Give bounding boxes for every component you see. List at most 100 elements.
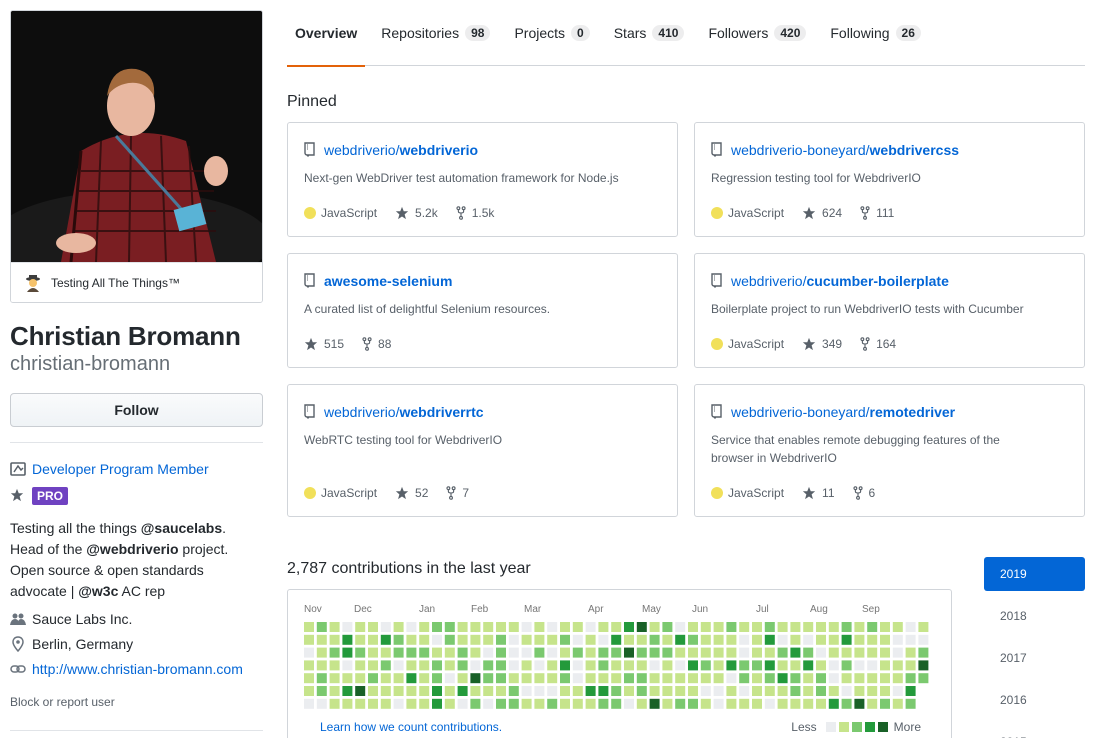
contribution-day[interactable] xyxy=(368,660,378,671)
contribution-day[interactable] xyxy=(624,698,634,709)
contribution-day[interactable] xyxy=(329,686,340,696)
contribution-day[interactable] xyxy=(547,647,558,658)
contribution-day[interactable] xyxy=(880,622,890,632)
contribution-day[interactable] xyxy=(432,673,442,684)
contribution-day[interactable] xyxy=(329,660,340,671)
contribution-day[interactable] xyxy=(483,686,494,696)
contribution-day[interactable] xyxy=(611,622,622,632)
contribution-day[interactable] xyxy=(816,634,826,645)
contribution-day[interactable] xyxy=(355,634,366,645)
contribution-day[interactable] xyxy=(483,660,494,671)
contribution-day[interactable] xyxy=(406,622,417,632)
contribution-day[interactable] xyxy=(649,686,660,696)
contribution-day[interactable] xyxy=(803,622,814,632)
contribution-day[interactable] xyxy=(457,660,468,671)
contribution-day[interactable] xyxy=(764,634,775,645)
contribution-day[interactable] xyxy=(368,647,378,658)
contribution-day[interactable] xyxy=(854,698,865,709)
follow-button[interactable]: Follow xyxy=(10,393,263,427)
contribution-day[interactable] xyxy=(803,673,814,684)
contribution-day[interactable] xyxy=(905,673,916,684)
contribution-day[interactable] xyxy=(470,660,481,671)
contribution-day[interactable] xyxy=(419,686,430,696)
contribution-day[interactable] xyxy=(393,634,404,645)
contribution-day[interactable] xyxy=(406,647,417,658)
contribution-day[interactable] xyxy=(803,686,814,696)
contribution-day[interactable] xyxy=(470,673,481,684)
contribution-day[interactable] xyxy=(393,698,404,709)
contribution-day[interactable] xyxy=(764,660,775,671)
contribution-day[interactable] xyxy=(764,622,775,632)
contribution-day[interactable] xyxy=(739,698,750,709)
contribution-day[interactable] xyxy=(355,647,366,658)
contribution-day[interactable] xyxy=(726,647,737,658)
website-link[interactable]: http://www.christian-bromann.com xyxy=(32,661,243,677)
contribution-day[interactable] xyxy=(892,698,903,709)
contribution-day[interactable] xyxy=(713,647,724,658)
contribution-day[interactable] xyxy=(547,686,558,696)
contribution-day[interactable] xyxy=(739,660,750,671)
contribution-day[interactable] xyxy=(547,673,558,684)
contribution-day[interactable] xyxy=(304,660,314,671)
contribution-day[interactable] xyxy=(521,673,532,684)
contribution-day[interactable] xyxy=(828,634,839,645)
contribution-day[interactable] xyxy=(316,622,327,632)
contribution-day[interactable] xyxy=(905,698,916,709)
contribution-day[interactable] xyxy=(355,686,366,696)
contribution-day[interactable] xyxy=(572,698,583,709)
contribution-day[interactable] xyxy=(342,647,353,658)
repo-stars[interactable]: 52 xyxy=(395,486,428,500)
contribution-day[interactable] xyxy=(598,622,609,632)
contribution-day[interactable] xyxy=(598,698,609,709)
contribution-day[interactable] xyxy=(777,660,788,671)
contribution-day[interactable] xyxy=(534,647,545,658)
repo-forks[interactable]: 1.5k xyxy=(456,206,494,220)
repo-link[interactable]: awesome-selenium xyxy=(324,273,452,289)
contribution-day[interactable] xyxy=(432,660,442,671)
contribution-day[interactable] xyxy=(700,622,711,632)
contribution-day[interactable] xyxy=(304,622,314,632)
contribution-day[interactable] xyxy=(432,622,442,632)
contribution-day[interactable] xyxy=(841,622,852,632)
contribution-day[interactable] xyxy=(777,622,788,632)
contribution-day[interactable] xyxy=(867,673,878,684)
contribution-day[interactable] xyxy=(598,647,609,658)
contribution-day[interactable] xyxy=(636,698,647,709)
contribution-day[interactable] xyxy=(572,673,583,684)
contribution-day[interactable] xyxy=(624,634,634,645)
contribution-day[interactable] xyxy=(470,647,481,658)
contribution-day[interactable] xyxy=(841,647,852,658)
contribution-day[interactable] xyxy=(688,673,698,684)
contribution-day[interactable] xyxy=(496,698,506,709)
contribution-day[interactable] xyxy=(816,622,826,632)
contribution-day[interactable] xyxy=(867,622,878,632)
contribution-day[interactable] xyxy=(713,634,724,645)
contribution-day[interactable] xyxy=(560,673,570,684)
contribution-day[interactable] xyxy=(611,647,622,658)
developer-program-badge[interactable]: Developer Program Member xyxy=(10,459,263,479)
contribution-day[interactable] xyxy=(419,698,430,709)
contribution-day[interactable] xyxy=(432,698,442,709)
contribution-day[interactable] xyxy=(790,660,801,671)
contribution-day[interactable] xyxy=(368,622,378,632)
contribution-day[interactable] xyxy=(598,673,609,684)
contribution-day[interactable] xyxy=(585,622,596,632)
contribution-day[interactable] xyxy=(521,647,532,658)
repo-stars[interactable]: 349 xyxy=(802,337,842,351)
contribution-day[interactable] xyxy=(508,686,519,696)
contribution-day[interactable] xyxy=(444,698,455,709)
contribution-day[interactable] xyxy=(380,622,391,632)
contribution-day[interactable] xyxy=(572,647,583,658)
contribution-day[interactable] xyxy=(790,673,801,684)
contribution-day[interactable] xyxy=(624,686,634,696)
contribution-day[interactable] xyxy=(560,647,570,658)
contribution-day[interactable] xyxy=(419,634,430,645)
contribution-day[interactable] xyxy=(905,634,916,645)
contribution-day[interactable] xyxy=(496,673,506,684)
contribution-day[interactable] xyxy=(329,698,340,709)
contribution-day[interactable] xyxy=(406,660,417,671)
contribution-day[interactable] xyxy=(803,647,814,658)
contribution-day[interactable] xyxy=(752,686,762,696)
contribution-day[interactable] xyxy=(521,622,532,632)
contribution-day[interactable] xyxy=(688,686,698,696)
